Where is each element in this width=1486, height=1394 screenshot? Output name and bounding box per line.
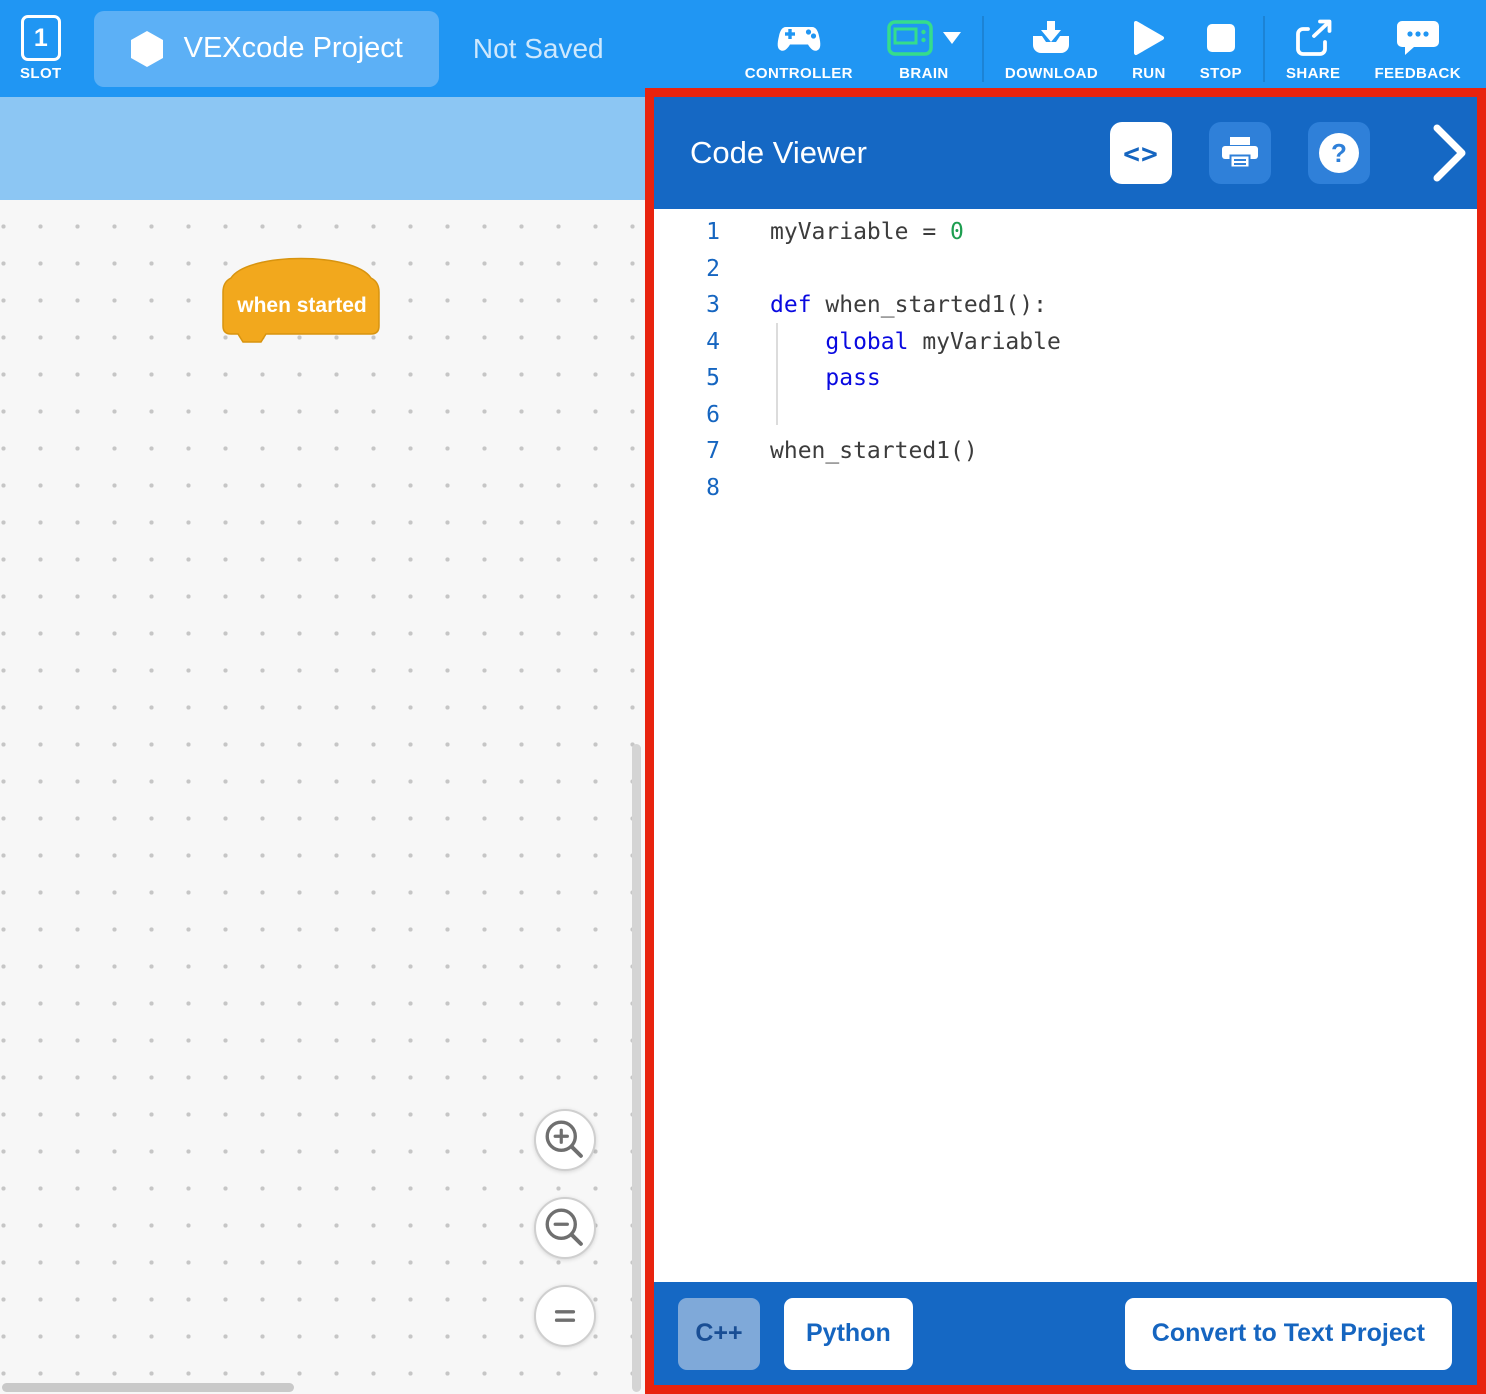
vertical-scrollbar[interactable] (632, 744, 641, 1392)
toolbar-divider (982, 16, 984, 82)
code-toggle-button[interactable]: <> (1110, 122, 1172, 184)
code-text: myVariable = 0 (770, 214, 964, 251)
line-number: 8 (654, 470, 720, 507)
line-number: 6 (654, 397, 720, 434)
python-tab[interactable]: Python (784, 1298, 913, 1370)
project-title-button[interactable]: VEXcode Project (94, 11, 439, 87)
brain-button[interactable]: BRAIN (870, 0, 978, 97)
top-toolbar: 1 SLOT VEXcode Project Not Saved (0, 0, 1486, 97)
line-number: 2 (654, 251, 720, 288)
cpp-tab[interactable]: C++ (678, 1298, 760, 1370)
toolbar-actions: CONTROLLER BRAIN (728, 0, 1486, 97)
feedback-icon (1397, 20, 1439, 56)
line-number: 5 (654, 360, 720, 397)
code-text: when_started1() (770, 433, 978, 470)
brain-icon (887, 20, 933, 56)
help-icon: ? (1319, 133, 1359, 173)
line-number: 3 (654, 287, 720, 324)
vexcode-app: 1 SLOT VEXcode Project Not Saved (0, 0, 1486, 1394)
code-viewer-panel: Code Viewer <> ? (645, 88, 1486, 1394)
when-started-label: when started (236, 294, 367, 317)
project-title: VEXcode Project (184, 32, 403, 65)
feedback-button[interactable]: FEEDBACK (1357, 0, 1478, 97)
zoom-out-icon (536, 1197, 594, 1259)
slot-number: 1 (34, 24, 48, 53)
code-line: 2 (654, 251, 1477, 288)
code-viewer-title: Code Viewer (690, 135, 867, 171)
code-text: global myVariable (770, 324, 1061, 361)
stop-icon (1207, 24, 1235, 52)
share-button[interactable]: SHARE (1269, 0, 1358, 97)
code-toggle-icon: <> (1123, 137, 1159, 170)
collapse-panel-button[interactable] (1431, 123, 1469, 183)
when-started-block[interactable]: when started (218, 248, 388, 348)
slot-button[interactable]: 1 SLOT (20, 15, 62, 82)
code-line: 8 (654, 470, 1477, 507)
stop-button[interactable]: STOP (1183, 0, 1259, 97)
zoom-reset-button[interactable] (534, 1285, 596, 1347)
code-text: def when_started1(): (770, 287, 1047, 324)
code-viewer-header: Code Viewer <> ? (654, 97, 1477, 209)
zoom-out-button[interactable] (534, 1197, 596, 1259)
code-viewer-footer: C++ Python Convert to Text Project (654, 1282, 1477, 1385)
controller-icon (776, 22, 822, 54)
print-icon (1221, 136, 1259, 170)
indent-guide (776, 323, 778, 425)
share-icon (1293, 19, 1333, 57)
controller-button[interactable]: CONTROLLER (728, 0, 870, 97)
line-number: 7 (654, 433, 720, 470)
zoom-reset-icon (536, 1285, 594, 1347)
help-button[interactable]: ? (1308, 122, 1370, 184)
code-line: 7 when_started1() (654, 433, 1477, 470)
code-text: pass (770, 360, 881, 397)
code-line: 1 myVariable = 0 (654, 214, 1477, 251)
run-button[interactable]: RUN (1115, 0, 1183, 97)
slot-label: SLOT (20, 65, 62, 82)
toolbar-divider (1263, 16, 1265, 82)
convert-to-text-button[interactable]: Convert to Text Project (1125, 1298, 1452, 1370)
chevron-right-icon (1431, 123, 1469, 183)
run-icon (1133, 20, 1165, 56)
print-button[interactable] (1209, 122, 1271, 184)
code-editor[interactable]: 1 myVariable = 0 23 def when_started1(): 4 g… (654, 209, 1477, 1282)
zoom-in-button[interactable] (534, 1109, 596, 1171)
download-icon (1030, 21, 1072, 55)
toolbox-strip (0, 97, 645, 200)
hexagon-icon (130, 30, 164, 68)
download-button[interactable]: DOWNLOAD (988, 0, 1115, 97)
save-status: Not Saved (473, 33, 604, 65)
line-number: 1 (654, 214, 720, 251)
line-number: 4 (654, 324, 720, 361)
slot-icon: 1 (21, 15, 61, 61)
horizontal-scrollbar[interactable] (2, 1383, 294, 1392)
brain-caret-icon[interactable] (943, 32, 961, 44)
code-line: 3 def when_started1(): (654, 287, 1477, 324)
zoom-in-icon (536, 1109, 594, 1171)
